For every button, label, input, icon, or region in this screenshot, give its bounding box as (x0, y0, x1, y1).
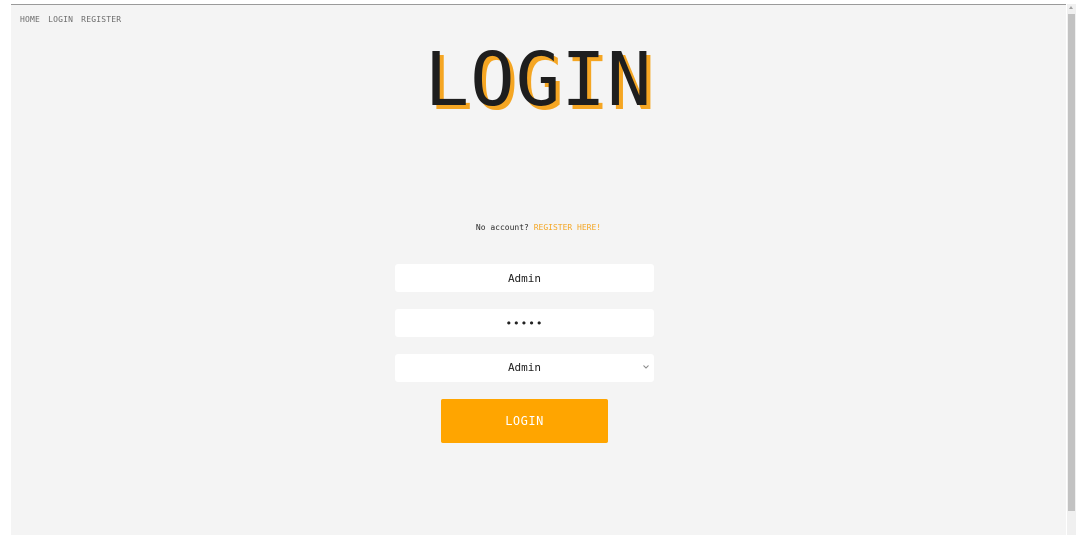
role-select[interactable]: Admin (395, 354, 654, 382)
role-select-value: Admin (507, 361, 542, 374)
username-input[interactable] (395, 264, 654, 292)
register-prompt: No account? REGISTER HERE! (11, 223, 1066, 232)
nav-register-link[interactable]: REGISTER (81, 15, 121, 24)
nav-home-link[interactable]: HOME (20, 15, 40, 24)
nav-login-link[interactable]: LOGIN (48, 15, 73, 24)
vertical-scrollbar[interactable] (1067, 4, 1076, 535)
chevron-down-icon (643, 365, 649, 369)
page-title: LOGIN (424, 37, 653, 123)
register-here-link[interactable]: REGISTER HERE! (534, 223, 601, 232)
register-prompt-text: No account? (475, 223, 529, 232)
login-button[interactable]: LOGIN (441, 399, 608, 443)
scroll-up-icon[interactable] (1069, 6, 1073, 9)
scrollbar-thumb[interactable] (1068, 14, 1075, 511)
top-nav: HOME LOGIN REGISTER (20, 15, 121, 24)
password-input[interactable] (395, 309, 654, 337)
